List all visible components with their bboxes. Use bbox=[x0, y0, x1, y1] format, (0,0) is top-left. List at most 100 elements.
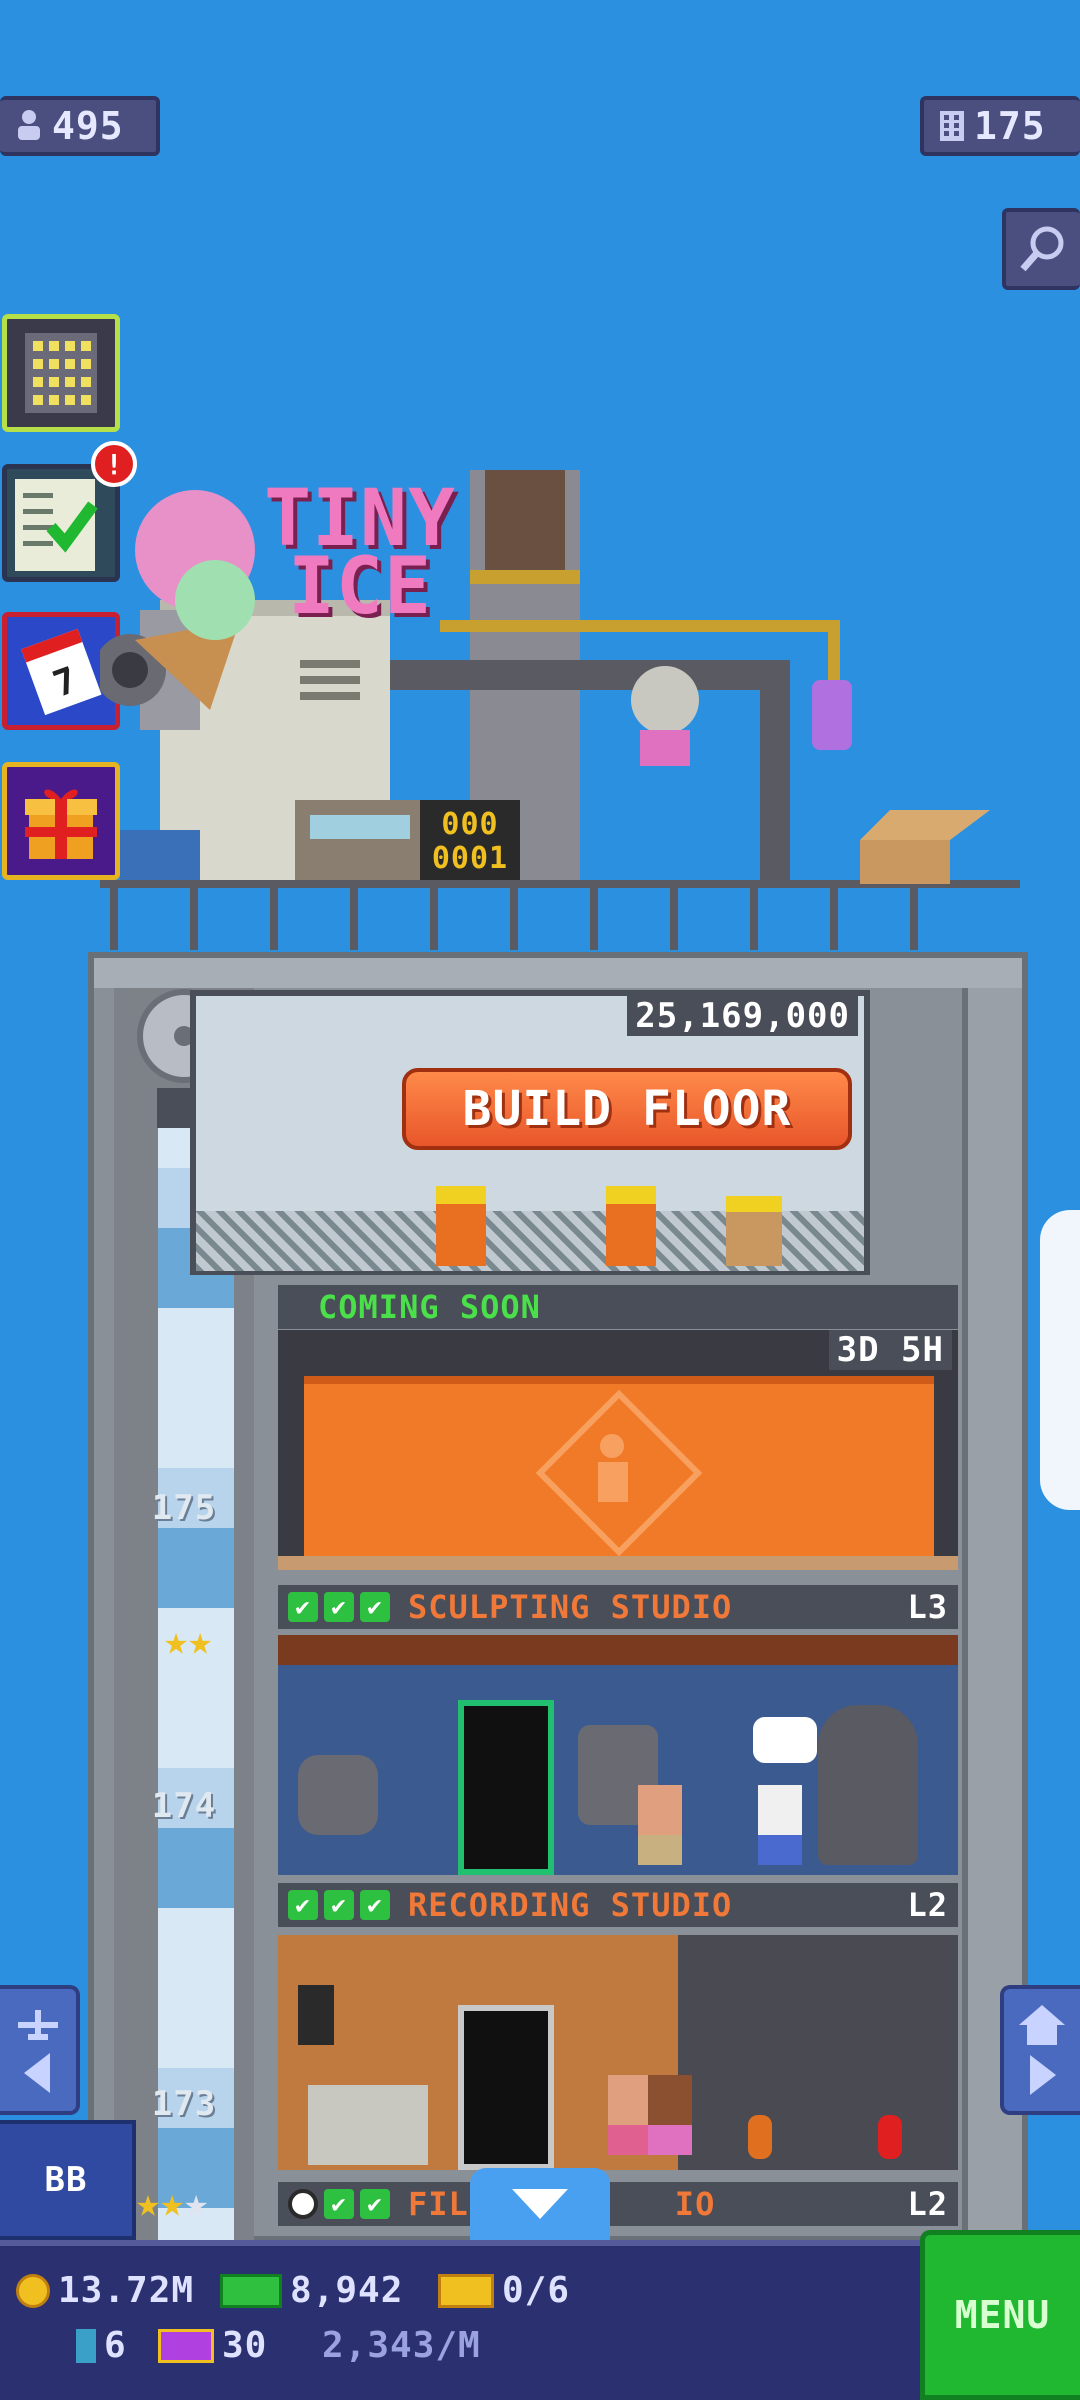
build-floor-button[interactable]: BUILD FLOOR bbox=[402, 1068, 852, 1150]
building-icon bbox=[940, 111, 964, 141]
scroll-down-visitors-button[interactable] bbox=[0, 1985, 80, 2115]
lobby-button[interactable] bbox=[1000, 1985, 1080, 2115]
elevator-stars-bottom: ★★★ bbox=[136, 2180, 209, 2226]
floor-bar-173[interactable]: ✔ ✔ FIL IO L2 bbox=[278, 2182, 958, 2226]
floor-level: L2 bbox=[907, 1886, 948, 1924]
build-cost: 25,169,000 bbox=[627, 996, 858, 1036]
tower-overview-button[interactable] bbox=[2, 314, 120, 432]
floor-number-175: 175 bbox=[151, 1488, 217, 1528]
floor-ledge bbox=[278, 1556, 958, 1570]
resident bbox=[638, 1785, 682, 1865]
check-icon: ✔ bbox=[288, 1890, 318, 1920]
tiny-ice-sign: TINY ICE bbox=[250, 480, 470, 626]
construction-timer: 3D 5H bbox=[828, 1330, 952, 1370]
digital-counter: 000 0001 bbox=[425, 808, 515, 876]
statue bbox=[818, 1705, 918, 1865]
vip-ticket-icon bbox=[158, 2328, 214, 2363]
check-icon: ✔ bbox=[288, 1592, 318, 1622]
tickets-display[interactable]: 0/6 bbox=[438, 2270, 570, 2311]
bux-value: 8,942 bbox=[290, 2270, 404, 2311]
coins-display[interactable]: 13.72M bbox=[16, 2270, 194, 2311]
resident bbox=[648, 2075, 692, 2155]
door bbox=[458, 1700, 554, 1875]
speaker bbox=[298, 1985, 334, 2045]
floor-number-173: 173 bbox=[151, 2084, 217, 2124]
population-counter[interactable]: 495 bbox=[0, 96, 160, 156]
income-rate-value: 2,343/M bbox=[322, 2325, 481, 2366]
construction-sign-icon bbox=[535, 1389, 703, 1557]
guitar bbox=[878, 2115, 902, 2159]
check-icon: ✔ bbox=[360, 2189, 390, 2219]
worker bbox=[726, 1196, 782, 1266]
calendar-icon: 7 bbox=[21, 628, 102, 716]
vip-value: 30 bbox=[222, 2325, 268, 2366]
under-construction-floor[interactable]: 3D 5H bbox=[278, 1330, 958, 1570]
gem-icon bbox=[76, 2328, 96, 2363]
resident bbox=[758, 1785, 802, 1865]
floor-number-174: 174 bbox=[151, 1786, 217, 1826]
cloud bbox=[1040, 1210, 1080, 1510]
coin-icon bbox=[16, 2273, 50, 2308]
clock-icon bbox=[288, 2189, 318, 2219]
person-icon bbox=[18, 110, 40, 140]
rooftop-ice-factory: TINY ICE 000 0001 bbox=[94, 430, 1020, 950]
room-dark-wall bbox=[678, 1935, 958, 2170]
search-button[interactable] bbox=[1002, 208, 1080, 290]
worker bbox=[436, 1186, 486, 1266]
chevron-down-icon bbox=[512, 2189, 568, 2219]
coins-value: 13.72M bbox=[58, 2270, 195, 2311]
check-icon: ✔ bbox=[360, 1592, 390, 1622]
floor-level: L3 bbox=[907, 1588, 948, 1626]
floor-name: FIL bbox=[408, 2185, 469, 2223]
floor-count-value: 175 bbox=[974, 104, 1046, 148]
menu-button[interactable]: MENU bbox=[920, 2230, 1080, 2400]
population-value: 495 bbox=[52, 104, 124, 148]
bitbook-button[interactable]: BB bbox=[0, 2120, 136, 2240]
check-icon: ✔ bbox=[324, 1890, 354, 1920]
ice-factory-art bbox=[94, 470, 1020, 950]
worker bbox=[606, 1186, 656, 1266]
home-icon bbox=[1019, 2005, 1065, 2045]
scroll-to-bottom-button[interactable] bbox=[470, 2168, 610, 2240]
construction-tarp bbox=[304, 1376, 934, 1566]
guitar bbox=[748, 2115, 772, 2159]
floor-bar-sculpting-studio[interactable]: ✔ ✔ ✔ SCULPTING STUDIO L3 bbox=[278, 1585, 958, 1629]
sculpting-studio-room[interactable] bbox=[278, 1635, 958, 1875]
floor-level: L2 bbox=[907, 2185, 948, 2223]
door bbox=[458, 2005, 554, 2170]
income-rate-display: 2,343/M bbox=[322, 2325, 481, 2366]
floor-bar-recording-studio[interactable]: ✔ ✔ ✔ RECORDING STUDIO L2 bbox=[278, 1883, 958, 1927]
floor-name: RECORDING STUDIO bbox=[408, 1886, 733, 1924]
resource-bar bbox=[0, 2240, 1080, 2400]
mixing-desk bbox=[308, 2085, 428, 2165]
speech-bubble bbox=[753, 1717, 817, 1763]
check-icon: ✔ bbox=[324, 2189, 354, 2219]
counter-top: 000 bbox=[441, 807, 499, 842]
bux-display[interactable]: 8,942 bbox=[220, 2270, 403, 2311]
tower-top-beam bbox=[94, 958, 1022, 988]
arrow-left-icon bbox=[24, 2053, 50, 2093]
floor-name-tail: IO bbox=[674, 2185, 716, 2223]
elevator-stars: ★★ bbox=[164, 1618, 213, 1664]
gems-value: 6 bbox=[104, 2325, 127, 2366]
resident bbox=[608, 2075, 652, 2155]
coming-soon-label: COMING SOON bbox=[318, 1288, 541, 1326]
check-icon: ✔ bbox=[324, 1592, 354, 1622]
check-icon: ✔ bbox=[360, 1890, 390, 1920]
room-wood-trim bbox=[278, 1635, 958, 1665]
bux-icon bbox=[220, 2273, 282, 2308]
elevator-glass bbox=[158, 1108, 234, 2248]
magnifier-icon bbox=[1020, 226, 1064, 272]
floor-counter[interactable]: 175 bbox=[920, 96, 1080, 156]
floor-name: SCULPTING STUDIO bbox=[408, 1588, 733, 1626]
recording-studio-room[interactable] bbox=[278, 1935, 958, 2170]
coming-soon-bar: COMING SOON bbox=[278, 1285, 958, 1329]
counter-bottom: 0001 bbox=[431, 841, 509, 876]
arrow-right-icon bbox=[1030, 2055, 1056, 2095]
gems-display[interactable]: 6 bbox=[76, 2325, 127, 2366]
gift-icon bbox=[25, 789, 97, 859]
ticket-icon bbox=[438, 2273, 494, 2308]
vip-display[interactable]: 30 bbox=[158, 2325, 267, 2366]
tickets-value: 0/6 bbox=[502, 2270, 571, 2311]
plane-icon bbox=[18, 2010, 58, 2040]
